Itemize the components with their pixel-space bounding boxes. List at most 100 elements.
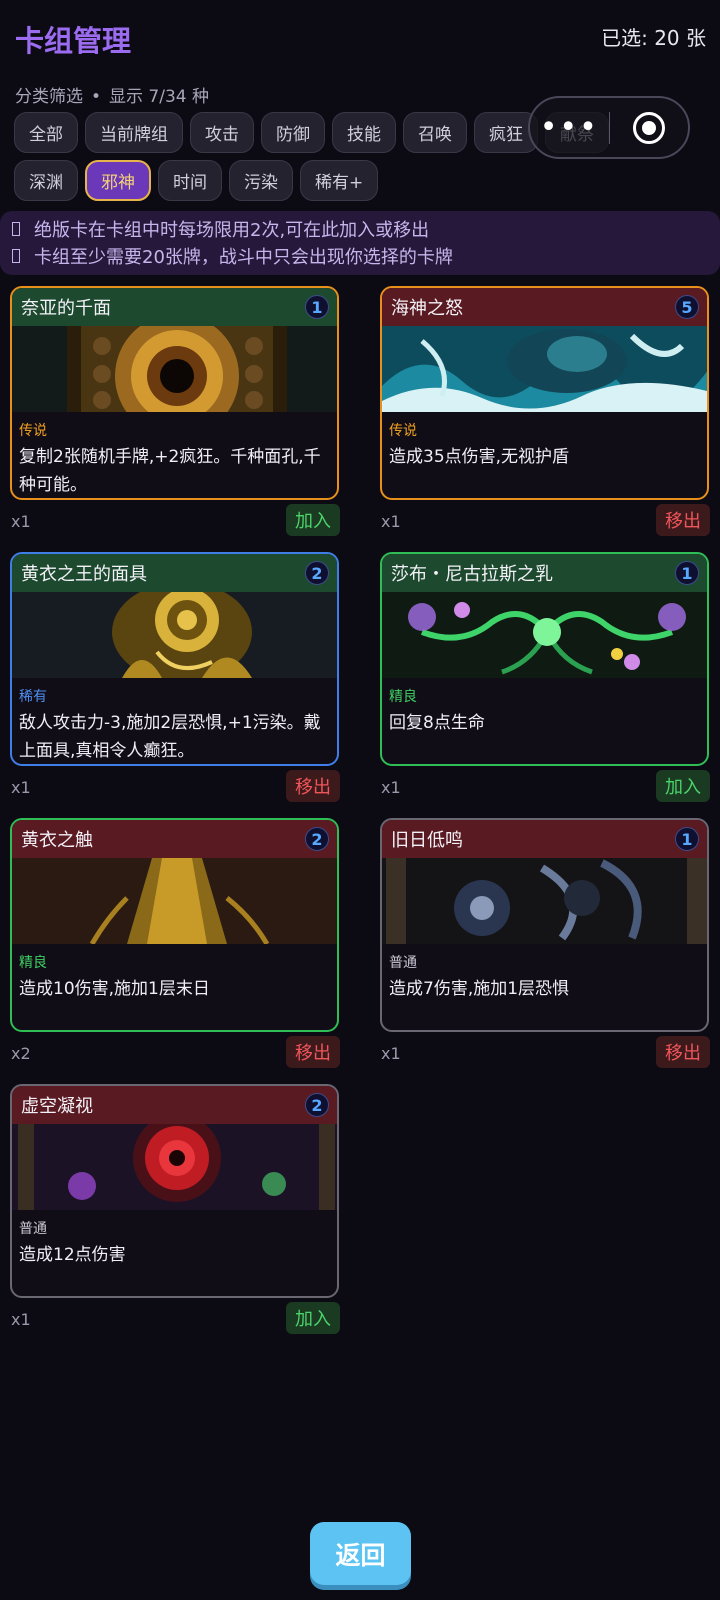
chip-abyss[interactable]: 深渊 <box>14 160 78 201</box>
remove-button[interactable]: 移出 <box>656 504 710 536</box>
filter-info: 分类筛选 • 显示 7/34 种 <box>15 82 209 107</box>
card-count: x1 <box>381 512 401 531</box>
red-eye-art <box>12 1124 337 1210</box>
card-count: x1 <box>11 512 31 531</box>
miniprogram-capsule: ••• <box>528 96 690 159</box>
card-count: x1 <box>381 1044 401 1063</box>
card-name: 黄衣之王的面具 <box>21 564 147 585</box>
add-button[interactable]: 加入 <box>286 1302 340 1334</box>
card-header: 黄衣之王的面具 2 <box>12 554 337 592</box>
rarity-label: 稀有 <box>19 689 47 705</box>
card-body: 精良 造成10伤害,施加1层末日 <box>12 944 337 1003</box>
card[interactable]: 黄衣之触 2 精良 造成10伤害,施加1层末日 <box>10 818 339 1032</box>
card-footer: x1 加入 <box>11 504 340 538</box>
remove-button[interactable]: 移出 <box>656 1036 710 1068</box>
sea-monster-art <box>382 326 707 412</box>
chip-skill[interactable]: 技能 <box>332 112 396 153</box>
card[interactable]: 奈亚的千面 1 传说 复制2张随机手牌,+2疯狂。千种面孔,千种可能。 <box>10 286 339 500</box>
card-header: 虚空凝视 2 <box>12 1086 337 1124</box>
back-button[interactable]: 返回 <box>310 1522 411 1585</box>
card-body: 稀有 敌人攻击力-3,施加2层恐惧,+1污染。戴上面具,真相令人癫狂。 <box>12 678 337 764</box>
card-art <box>382 858 707 944</box>
rarity-label: 传说 <box>389 423 417 439</box>
chip-all[interactable]: 全部 <box>14 112 78 153</box>
card-header: 莎布・尼古拉斯之乳 1 <box>382 554 707 592</box>
rarity-label: 精良 <box>389 689 417 705</box>
golden-mask-art <box>12 592 337 678</box>
card[interactable]: 海神之怒 5 传说 造成35点伤害,无视护盾 <box>380 286 709 500</box>
remove-button[interactable]: 移出 <box>286 770 340 802</box>
chip-evil-god[interactable]: 邪神 <box>85 160 151 201</box>
dark-swirl-art <box>382 858 707 944</box>
chip-pollution[interactable]: 污染 <box>229 160 293 201</box>
card-art <box>12 592 337 678</box>
cost-badge: 1 <box>675 827 699 851</box>
card-art <box>382 592 707 678</box>
chip-attack[interactable]: 攻击 <box>190 112 254 153</box>
chip-time[interactable]: 时间 <box>158 160 222 201</box>
card-body: 普通 造成7伤害,施加1层恐惧 <box>382 944 707 1003</box>
card[interactable]: 莎布・尼古拉斯之乳 1 精良 回复8点生命 <box>380 552 709 766</box>
card-count: x2 <box>11 1044 31 1063</box>
card-art <box>12 326 337 412</box>
add-button[interactable]: 加入 <box>656 770 710 802</box>
more-dots-icon[interactable]: ••• <box>530 112 609 143</box>
notice-text: 绝版卡在卡组中时每场限用2次,可在此加入或移出 <box>34 220 430 241</box>
add-button[interactable]: 加入 <box>286 504 340 536</box>
filter-label: 分类筛选 <box>15 87 83 107</box>
chip-rare-plus[interactable]: 稀有+ <box>300 160 379 201</box>
cost-badge: 2 <box>305 827 329 851</box>
rarity-label: 传说 <box>19 423 47 439</box>
card-description: 造成12点伤害 <box>19 1245 126 1265</box>
card-description: 造成10伤害,施加1层末日 <box>19 979 210 999</box>
chip-defense[interactable]: 防御 <box>261 112 325 153</box>
card-name: 莎布・尼古拉斯之乳 <box>391 564 553 585</box>
placeholder-box-icon <box>12 249 20 263</box>
remove-button[interactable]: 移出 <box>286 1036 340 1068</box>
notice-line: 绝版卡在卡组中时每场限用2次,可在此加入或移出 <box>0 216 720 242</box>
card-body: 传说 造成35点伤害,无视护盾 <box>382 412 707 471</box>
card[interactable]: 旧日低鸣 1 普通 造成7伤害,施加1层恐惧 <box>380 818 709 1032</box>
cost-badge: 2 <box>305 1093 329 1117</box>
card-header: 黄衣之触 2 <box>12 820 337 858</box>
card-count: x1 <box>11 778 31 797</box>
chip-summon[interactable]: 召唤 <box>403 112 467 153</box>
card-footer: x1 移出 <box>381 504 710 538</box>
target-circle-icon[interactable] <box>610 111 689 144</box>
chip-row-2: 深渊 邪神 时间 污染 稀有+ <box>14 160 714 201</box>
notice-box: 绝版卡在卡组中时每场限用2次,可在此加入或移出 卡组至少需要20张牌，战斗中只会… <box>0 211 720 275</box>
card[interactable]: 虚空凝视 2 普通 造成12点伤害 <box>10 1084 339 1298</box>
card-description: 造成35点伤害,无视护盾 <box>389 447 570 467</box>
card-body: 精良 回复8点生命 <box>382 678 707 737</box>
notice-text: 卡组至少需要20张牌，战斗中只会出现你选择的卡牌 <box>34 247 453 268</box>
separator-dot: • <box>91 87 102 107</box>
chip-current-deck[interactable]: 当前牌组 <box>85 112 183 153</box>
card-art <box>382 326 707 412</box>
card-description: 复制2张随机手牌,+2疯狂。千种面孔,千种可能。 <box>19 447 321 495</box>
cost-badge: 1 <box>305 295 329 319</box>
card-count: x1 <box>11 1310 31 1329</box>
card-header: 奈亚的千面 1 <box>12 288 337 326</box>
card-name: 海神之怒 <box>391 298 463 319</box>
placeholder-box-icon <box>12 222 20 236</box>
cost-badge: 1 <box>675 561 699 585</box>
card-footer: x1 移出 <box>381 1036 710 1070</box>
rarity-label: 普通 <box>389 955 417 971</box>
card-name: 黄衣之触 <box>21 830 93 851</box>
card[interactable]: 黄衣之王的面具 2 稀有 敌人攻击力-3,施加2层恐惧,+1污染。戴上面具,真相… <box>10 552 339 766</box>
cost-badge: 5 <box>675 295 699 319</box>
card-footer: x2 移出 <box>11 1036 340 1070</box>
card-footer: x1 加入 <box>11 1302 340 1336</box>
card-description: 敌人攻击力-3,施加2层恐惧,+1污染。戴上面具,真相令人癫狂。 <box>19 713 321 761</box>
card-header: 旧日低鸣 1 <box>382 820 707 858</box>
notice-line: 卡组至少需要20张牌，战斗中只会出现你选择的卡牌 <box>0 243 720 269</box>
rarity-label: 普通 <box>19 1221 47 1237</box>
card-art <box>12 858 337 944</box>
header: 卡组管理 已选: 20 张 <box>0 0 720 72</box>
card-description: 造成7伤害,施加1层恐惧 <box>389 979 570 999</box>
card-body: 普通 造成12点伤害 <box>12 1210 337 1269</box>
rarity-label: 精良 <box>19 955 47 971</box>
portal-faces-art <box>67 326 287 412</box>
card-name: 虚空凝视 <box>21 1096 93 1117</box>
card-body: 传说 复制2张随机手牌,+2疯狂。千种面孔,千种可能。 <box>12 412 337 498</box>
